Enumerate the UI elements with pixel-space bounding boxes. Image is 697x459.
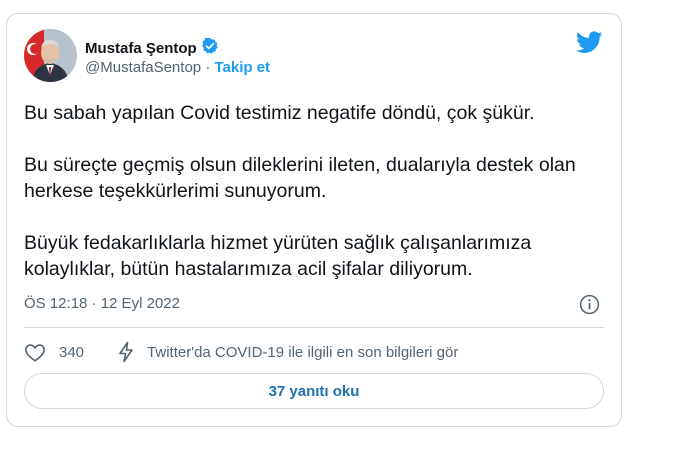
handle-separator: · xyxy=(205,59,211,76)
verified-badge-icon xyxy=(201,37,219,60)
author-name-text[interactable]: Mustafa Şentop xyxy=(85,40,197,58)
tweet-paragraph: Bu süreçte geçmiş olsun dileklerini ilet… xyxy=(24,154,576,202)
lightning-icon xyxy=(117,341,135,363)
author-name[interactable]: Mustafa Şentop xyxy=(85,37,219,60)
heart-icon[interactable] xyxy=(24,342,46,362)
twitter-bird-icon[interactable] xyxy=(575,31,603,54)
avatar[interactable] xyxy=(24,29,77,82)
covid-info-link[interactable]: Twitter'da COVID-19 ile ilgili en son bi… xyxy=(147,344,458,361)
author-handle[interactable]: @MustafaSentop xyxy=(85,59,201,76)
tweet-paragraph: Bu sabah yapılan Covid testimiz negatife… xyxy=(24,102,535,124)
follow-link[interactable]: Takip et xyxy=(214,59,270,76)
divider xyxy=(24,327,604,328)
tweet-card: Mustafa Şentop @MustafaSentop · Takip et… xyxy=(6,13,622,427)
tweet-paragraph: Büyük fedakarlıklarla hizmet yürüten sağ… xyxy=(24,232,532,280)
like-count[interactable]: 340 xyxy=(59,344,84,361)
info-icon[interactable] xyxy=(579,294,600,315)
read-replies-button[interactable]: 37 yanıtı oku xyxy=(24,373,604,409)
tweet-timestamp[interactable]: ÖS 12:18 · 12 Eyl 2022 xyxy=(24,295,180,312)
tweet-actions: 340 Twitter'da COVID-19 ile ilgili en so… xyxy=(24,341,458,363)
author-handle-row: @MustafaSentop · Takip et xyxy=(85,59,270,77)
tweet-text: Bu sabah yapılan Covid testimiz negatife… xyxy=(24,100,614,282)
